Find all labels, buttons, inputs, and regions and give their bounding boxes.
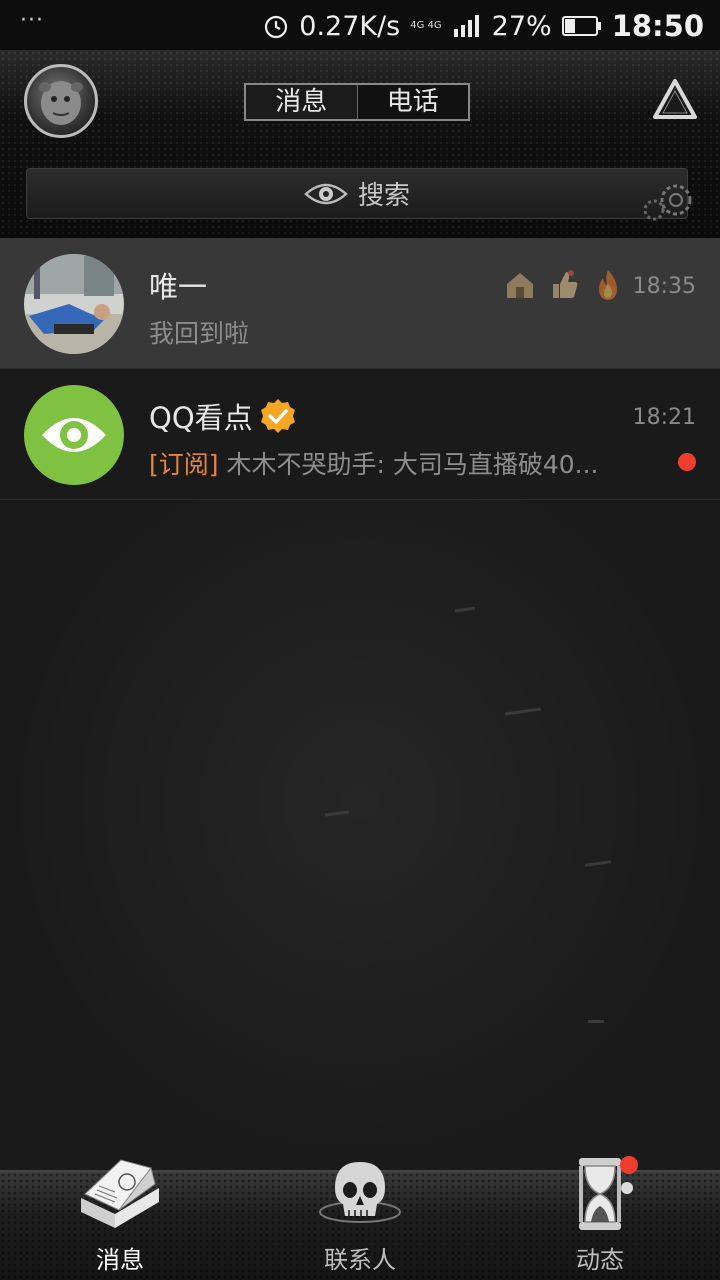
gear-icon [643,184,692,221]
alarm-icon [265,15,288,39]
header: 消息 电话 搜索 [0,50,720,238]
nav-label: 联系人 [324,1246,396,1274]
tab-calls[interactable]: 电话 [358,85,469,119]
signal-icon [453,15,479,37]
nav-tab-contacts[interactable]: 联系人 [240,1162,480,1280]
background-texture [0,500,720,1170]
tab-messages[interactable]: 消息 [246,85,358,119]
house-icon [507,273,533,298]
search-bar[interactable]: 搜索 [26,168,688,219]
profile-face-image [39,81,83,125]
chat-avatar [24,385,124,485]
crack-mark [324,810,350,817]
battery-percent: 27% [491,10,552,42]
chat-list: 唯一 我回到啦 18:35 QQ看点 [订阅] 木木不哭助手: 大司马直播破40… [0,238,720,500]
feed-notification-dot [620,1156,638,1174]
fire-icon [599,270,617,300]
crack-mark [454,606,476,613]
net-speed: 0.27K/s [299,10,401,42]
clock-time: 18:50 [611,9,704,43]
crack-mark [584,860,612,867]
friend-badges [503,268,625,302]
nav-label: 消息 [96,1246,144,1274]
qq-kandian-eye-icon [42,418,106,452]
nav-tab-feed[interactable]: 动态 [480,1158,720,1280]
chat-row-qq-kandian[interactable]: QQ看点 [订阅] 木木不哭助手: 大司马直播破40... 18:21 [0,369,720,500]
network-type: 4G 4G [410,20,442,31]
header-tab-switcher: 消息 电话 [244,83,470,121]
subscription-tag: [订阅] [149,450,219,479]
search-placeholder: 搜索 [357,181,410,211]
book-icon [81,1159,159,1228]
chat-avatar [24,254,124,354]
chat-time: 18:21 [632,405,696,430]
nav-label: 动态 [576,1246,624,1274]
crack-mark [588,1020,604,1023]
battery-icon [561,16,601,36]
chat-time: 18:35 [632,274,696,299]
avatar-photo-image [24,254,124,354]
chat-preview: [订阅] 木木不哭助手: 大司马直播破40... [149,450,599,479]
bottom-nav: 消息 联系人 动态 [0,1156,720,1280]
profile-avatar[interactable] [24,64,98,138]
chat-preview: 我回到啦 [149,319,250,348]
thumbs-up-icon [553,270,578,298]
chat-name: 唯一 [149,270,208,304]
chat-row-weiyi[interactable]: 唯一 我回到啦 18:35 [0,238,720,369]
verified-badge-icon [260,399,295,433]
skull-icon [319,1162,401,1223]
nav-tab-messages[interactable]: 消息 [0,1159,240,1280]
unread-dot [678,453,696,471]
chat-name: QQ看点 [149,395,297,437]
status-bar: ··· 0.27K/s 4G 4G 27% 18:50 [0,0,720,50]
crack-mark [504,707,542,716]
triangle-menu-icon[interactable] [652,78,698,120]
notification-dots: ··· [20,8,44,33]
eye-search-icon [304,183,348,204]
